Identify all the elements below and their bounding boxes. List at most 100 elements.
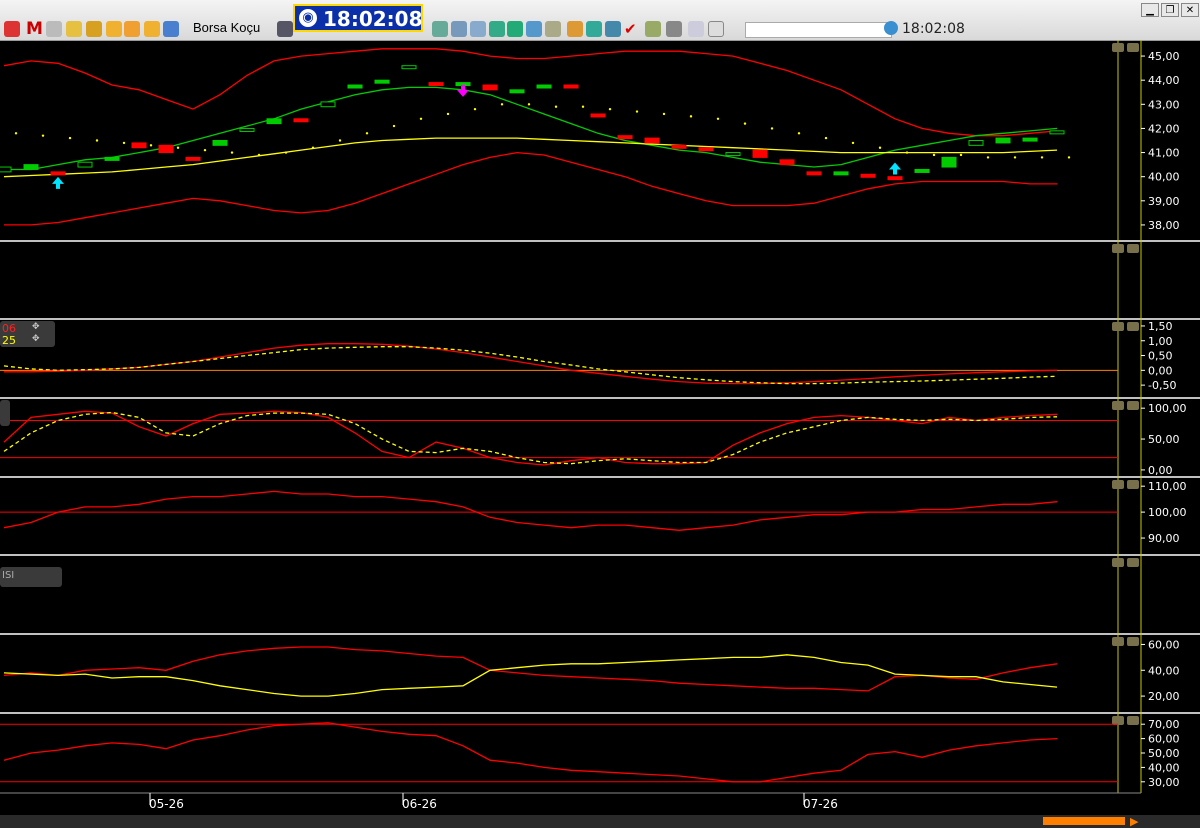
candle [644,137,660,144]
bollinger-upper-line [3,48,1058,137]
line-tool-icon[interactable] [66,21,82,37]
candle [23,164,39,170]
candle [806,171,822,176]
chat-icon[interactable] [605,21,621,37]
candle [50,171,66,176]
candle [779,159,795,166]
y-tick-label: 110,00 [1148,480,1187,493]
y-tick-label: 40,00 [1148,664,1180,677]
candle [347,84,363,89]
check-icon[interactable]: ✔ [624,21,640,37]
y-tick-label: 1,50 [1148,320,1173,333]
sar-dot [554,105,558,108]
table-icon[interactable] [451,21,467,37]
candle [131,142,147,149]
candle [941,156,957,168]
y-tick-label: 60,00 [1148,733,1180,746]
calendar-icon[interactable] [526,21,542,37]
empty-panel-legend: ISI [0,567,62,587]
sar-dot [743,122,747,125]
candle [1022,137,1038,142]
scroll-thumb[interactable] [1043,817,1125,825]
y-tick-label: 60,00 [1148,638,1180,651]
panel-control-button [1127,322,1139,331]
minimize-button[interactable]: ▁ [1141,3,1159,17]
panel-control-button [1127,558,1139,567]
panel-control-button [1112,43,1124,52]
refresh-icon[interactable] [507,21,523,37]
candle [671,144,687,149]
x-tick-label: 05-26 [149,797,184,811]
sar-dot [986,156,990,159]
sar-dot [905,151,909,154]
sar-dot [446,112,450,116]
close-button[interactable]: ✕ [1181,3,1199,17]
candle [77,161,93,168]
legend-settings-icon[interactable]: ✥ [32,322,40,332]
money-icon[interactable] [567,21,583,37]
m-logo-icon[interactable]: M [26,21,43,38]
main-clock: ◉ 18:02:08 [293,4,423,32]
candle [374,79,390,84]
sar-dot [635,110,639,113]
chart-area[interactable]: 45,00 44,00 43,00 42,00 41,00 40,00 39,00 38,00… [0,40,1200,815]
candle [914,168,930,173]
panel-control-button [1112,558,1124,567]
sar-dot [824,136,828,140]
globe-icon[interactable] [489,21,505,37]
sar-dot [392,124,396,128]
draw-icon[interactable] [46,21,62,37]
chart-type-icon[interactable] [645,21,661,37]
chart-icon[interactable] [4,21,20,37]
y-tick-label: 38,00 [1148,219,1180,232]
web-icon[interactable] [586,21,602,37]
candle [104,156,120,161]
sar-dot [203,148,207,152]
y-tick-label: 44,00 [1148,74,1180,87]
secondary-clock: 18:02:08 [884,21,965,37]
window-icon[interactable] [688,21,704,37]
sar-dot [257,153,261,157]
tool-icon[interactable] [86,21,102,37]
candle [752,149,768,158]
dmi-plus-line [3,646,1058,692]
y-tick-label: 0,00 [1148,364,1173,377]
candle [968,140,984,146]
horizontal-scrollbar[interactable]: ▶ [0,815,1200,828]
dmi-minus-line [3,654,1058,697]
grid-icon[interactable] [277,21,293,37]
chart-svg[interactable]: 45,00 44,00 43,00 42,00 41,00 40,00 39,00 38,00… [0,40,1200,815]
momentum-line [3,490,1058,531]
minimize-panel-icon[interactable] [708,21,724,37]
y-tick-label: 50,00 [1148,433,1180,446]
sar-dot [95,139,99,142]
x-tick-label: 06-26 [402,797,437,811]
hourglass-icon[interactable] [106,21,122,37]
y-tick-label: 40,00 [1148,761,1180,774]
macd-line [4,343,1058,385]
news-icon[interactable] [432,21,448,37]
save-icon[interactable] [163,21,179,37]
candle [536,84,552,89]
print-icon[interactable] [666,21,682,37]
y-tick-label: 50,00 [1148,747,1180,760]
symbol-input[interactable] [745,22,892,38]
candle [698,147,714,152]
restore-button[interactable]: ❐ [1161,3,1179,17]
sar-dot [68,136,72,140]
legend-settings-icon[interactable]: ✥ [32,334,40,344]
list-icon[interactable] [470,21,486,37]
play-icon[interactable] [124,21,140,37]
candle [1049,130,1065,135]
sar-dot [689,115,693,118]
export-icon[interactable] [144,21,160,37]
panel-control-button [1112,480,1124,489]
book-icon[interactable] [545,21,561,37]
candle [617,135,633,140]
candle [995,137,1011,144]
x-tick-label: 07-26 [803,797,838,811]
candle [833,171,849,176]
sell-signal-arrow [457,84,469,97]
scroll-right-icon[interactable]: ▶ [1130,815,1138,828]
y-tick-label: 90,00 [1148,532,1180,545]
